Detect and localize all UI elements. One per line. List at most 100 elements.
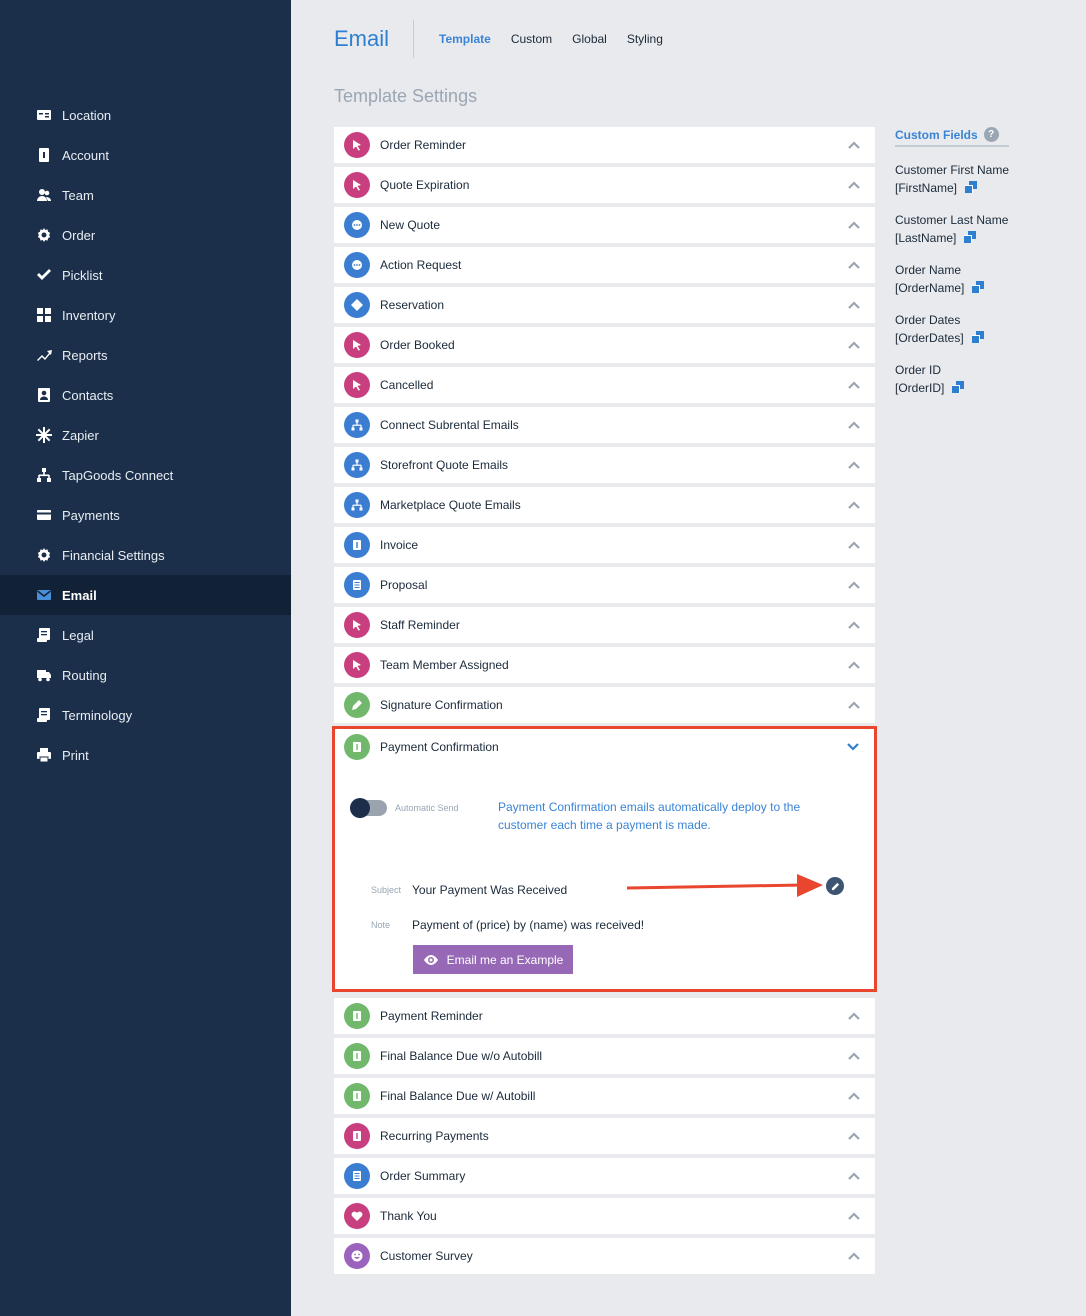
chevron-up-icon[interactable] — [847, 1129, 861, 1143]
tab-custom[interactable]: Custom — [511, 32, 552, 46]
tab-styling[interactable]: Styling — [627, 32, 663, 46]
template-row-label: Storefront Quote Emails — [380, 458, 509, 472]
chevron-up-icon[interactable] — [847, 378, 861, 392]
custom-field-name: Order Name — [895, 263, 962, 277]
template-row-order-summary[interactable]: Order Summary — [334, 1158, 875, 1194]
template-row-final-balance-due-w-o-autobill[interactable]: Final Balance Due w/o Autobill — [334, 1038, 875, 1074]
sidebar-item-reports[interactable]: Reports — [0, 335, 291, 375]
copy-icon[interactable] — [972, 281, 985, 293]
template-row-proposal[interactable]: Proposal — [334, 567, 875, 603]
toggle-knob — [350, 798, 370, 818]
sidebar-item-picklist[interactable]: Picklist — [0, 255, 291, 295]
chevron-up-icon[interactable] — [847, 178, 861, 192]
sidebar-item-contacts[interactable]: Contacts — [0, 375, 291, 415]
scroll-icon — [36, 627, 52, 643]
chevron-up-icon[interactable] — [847, 1209, 861, 1223]
chevron-up-icon[interactable] — [847, 418, 861, 432]
card-icon — [36, 507, 52, 523]
automatic-send-control: Automatic Send — [350, 798, 459, 818]
template-row-label: Invoice — [380, 538, 419, 552]
template-row-marketplace-quote-emails[interactable]: Marketplace Quote Emails — [334, 487, 875, 523]
template-row-staff-reminder[interactable]: Staff Reminder — [334, 607, 875, 643]
chevron-up-icon[interactable] — [847, 1049, 861, 1063]
grid-icon — [36, 307, 52, 323]
dollar-doc-icon — [344, 734, 370, 760]
template-row-order-reminder[interactable]: Order Reminder — [334, 127, 875, 163]
template-row-customer-survey[interactable]: Customer Survey — [334, 1238, 875, 1274]
copy-icon[interactable] — [965, 181, 978, 193]
sidebar-item-zapier[interactable]: Zapier — [0, 415, 291, 455]
edit-subject-button[interactable] — [826, 877, 844, 895]
copy-icon[interactable] — [964, 231, 977, 243]
chevron-up-icon[interactable] — [847, 1009, 861, 1023]
chevron-up-icon[interactable] — [847, 538, 861, 552]
pointer-icon — [344, 172, 370, 198]
sidebar-item-payments[interactable]: Payments — [0, 495, 291, 535]
sidebar-item-account[interactable]: Account — [0, 135, 291, 175]
copy-icon[interactable] — [971, 331, 984, 343]
sidebar-item-label: Team — [62, 187, 94, 203]
template-row-label: Order Reminder — [380, 138, 467, 152]
chevron-up-icon[interactable] — [847, 338, 861, 352]
template-row-order-booked[interactable]: Order Booked — [334, 327, 875, 363]
template-row-action-request[interactable]: Action Request — [334, 247, 875, 283]
sidebar-item-label: Email — [62, 587, 97, 603]
template-row-cancelled[interactable]: Cancelled — [334, 367, 875, 403]
dollar-doc-icon — [344, 532, 370, 558]
custom-field-code: [OrderID] — [895, 381, 945, 395]
template-row-payment-reminder[interactable]: Payment Reminder — [334, 998, 875, 1034]
chevron-up-icon[interactable] — [847, 458, 861, 472]
template-row-label: Proposal — [380, 578, 428, 592]
copy-icon[interactable] — [952, 381, 965, 393]
chevron-up-icon[interactable] — [847, 258, 861, 272]
chevron-up-icon[interactable] — [847, 498, 861, 512]
chevron-up-icon[interactable] — [847, 138, 861, 152]
sidebar-item-label: Payments — [62, 507, 120, 523]
template-row-final-balance-due-w-autobill[interactable]: Final Balance Due w/ Autobill — [334, 1078, 875, 1114]
template-row-new-quote[interactable]: New Quote — [334, 207, 875, 243]
chevron-down-icon[interactable] — [846, 740, 860, 754]
sidebar-item-tapgoods-connect[interactable]: TapGoods Connect — [0, 455, 291, 495]
tab-template[interactable]: Template — [439, 32, 491, 46]
template-row-team-member-assigned[interactable]: Team Member Assigned — [334, 647, 875, 683]
expanded-template-panel: Payment Confirmation Automatic Send Paym… — [332, 726, 877, 992]
sidebar-item-routing[interactable]: Routing — [0, 655, 291, 695]
email-example-button[interactable]: Email me an Example — [413, 945, 573, 974]
automatic-send-toggle[interactable] — [350, 798, 387, 818]
template-row-storefront-quote-emails[interactable]: Storefront Quote Emails — [334, 447, 875, 483]
template-row-signature-confirmation[interactable]: Signature Confirmation — [334, 687, 875, 723]
sidebar-item-financial-settings[interactable]: Financial Settings — [0, 535, 291, 575]
sidebar-item-inventory[interactable]: Inventory — [0, 295, 291, 335]
template-row-recurring-payments[interactable]: Recurring Payments — [334, 1118, 875, 1154]
template-row-thank-you[interactable]: Thank You — [334, 1198, 875, 1234]
chevron-up-icon[interactable] — [847, 1169, 861, 1183]
tab-global[interactable]: Global — [572, 32, 607, 46]
template-row-invoice[interactable]: Invoice — [334, 527, 875, 563]
template-row-connect-subrental-emails[interactable]: Connect Subrental Emails — [334, 407, 875, 443]
pointer-icon — [344, 332, 370, 358]
chevron-up-icon[interactable] — [847, 298, 861, 312]
template-row-quote-expiration[interactable]: Quote Expiration — [334, 167, 875, 203]
chevron-up-icon[interactable] — [847, 618, 861, 632]
sidebar-item-terminology[interactable]: Terminology — [0, 695, 291, 735]
chevron-up-icon[interactable] — [847, 578, 861, 592]
chevron-up-icon[interactable] — [847, 1089, 861, 1103]
template-row-reservation[interactable]: Reservation — [334, 287, 875, 323]
sidebar-item-location[interactable]: Location — [0, 95, 291, 135]
sidebar-item-email[interactable]: Email — [0, 575, 291, 615]
chevron-up-icon[interactable] — [847, 1249, 861, 1263]
sidebar-item-legal[interactable]: Legal — [0, 615, 291, 655]
custom-field-customer-last-name: Customer Last Name [LastName] — [895, 211, 1025, 247]
sidebar-item-order[interactable]: Order — [0, 215, 291, 255]
template-row-payment-confirmation[interactable]: Payment Confirmation — [335, 729, 874, 765]
trend-icon — [36, 347, 52, 363]
sidebar-item-team[interactable]: Team — [0, 175, 291, 215]
chevron-up-icon[interactable] — [847, 218, 861, 232]
chevron-up-icon[interactable] — [847, 698, 861, 712]
template-row-label: Customer Survey — [380, 1249, 473, 1263]
truck-icon — [36, 667, 52, 683]
template-row-label: Cancelled — [380, 378, 434, 392]
sidebar-item-print[interactable]: Print — [0, 735, 291, 775]
help-icon[interactable]: ? — [983, 127, 999, 142]
chevron-up-icon[interactable] — [847, 658, 861, 672]
